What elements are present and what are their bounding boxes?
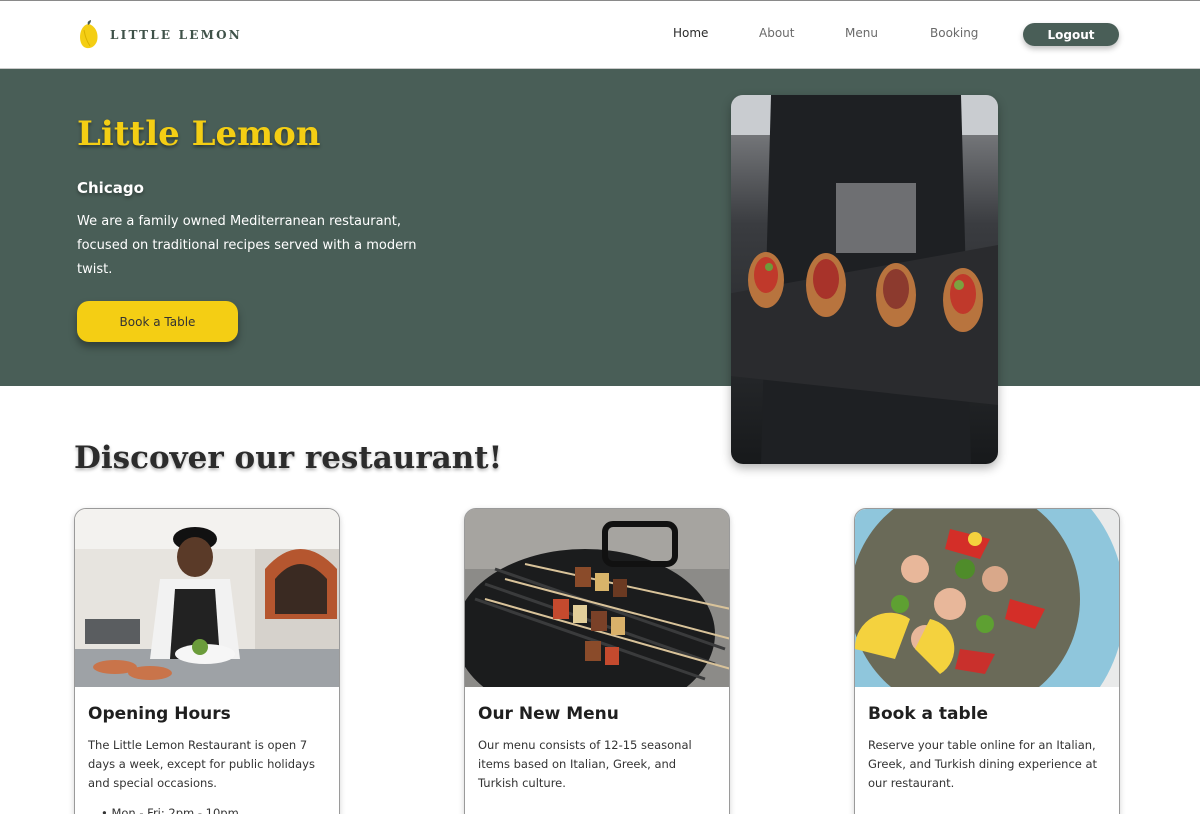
card-text: The Little Lemon Restaurant is open 7 da… xyxy=(88,738,315,790)
nav-links: Home About Menu Booking xyxy=(0,26,1200,46)
hero-food-photo xyxy=(731,95,998,464)
book-a-table-button[interactable]: Book a Table xyxy=(77,301,238,342)
salad-plate-photo xyxy=(855,509,1119,687)
nav-link-menu[interactable]: Menu xyxy=(845,26,878,40)
card-text: Reserve your table online for an Italian… xyxy=(868,738,1098,790)
hero-title: Little Lemon xyxy=(77,114,321,154)
logout-button[interactable]: Logout xyxy=(1023,23,1119,46)
card-text: Our menu consists of 12-15 seasonal item… xyxy=(478,738,692,790)
discover-section-title: Discover our restaurant! xyxy=(74,440,503,476)
opening-hours-entry: Mon - Fri: 2pm - 10pm xyxy=(111,806,239,814)
hero-description: We are a family owned Mediterranean rest… xyxy=(77,214,417,277)
card-title: Opening Hours xyxy=(88,704,231,724)
opening-hours-card[interactable]: Opening Hours The Little Lemon Restauran… xyxy=(74,508,340,814)
top-navigation-bar: LITTLE LEMON Home About Menu Booking Log… xyxy=(0,0,1200,69)
card-title: Book a table xyxy=(868,704,989,724)
hero-section: Little Lemon Chicago We are a family own… xyxy=(0,69,1200,386)
nav-link-about[interactable]: About xyxy=(759,26,794,40)
hero-city: Chicago xyxy=(77,179,144,197)
card-title: Our New Menu xyxy=(478,704,619,724)
list-bullet: • xyxy=(101,806,112,814)
book-table-card[interactable]: Book a table Reserve your table online f… xyxy=(854,508,1120,814)
nav-link-booking[interactable]: Booking xyxy=(930,26,978,40)
opening-hours-list-item: • Mon - Fri: 2pm - 10pm xyxy=(101,806,239,814)
new-menu-card[interactable]: Our New Menu Our menu consists of 12-15 … xyxy=(464,508,730,814)
grilled-skewers-photo xyxy=(465,509,729,687)
nav-link-home[interactable]: Home xyxy=(673,26,708,40)
chef-cooking-photo xyxy=(75,509,339,687)
